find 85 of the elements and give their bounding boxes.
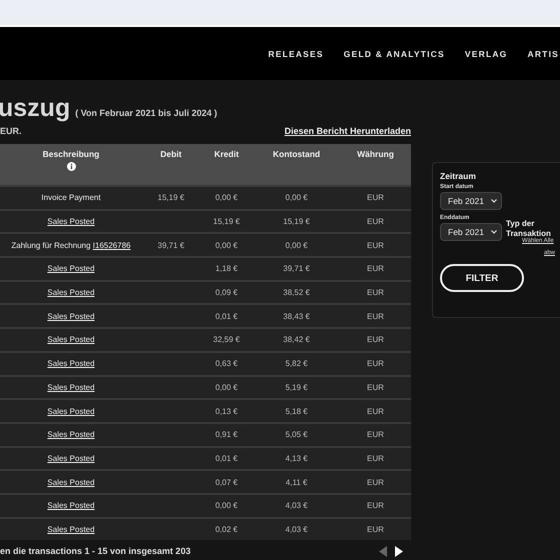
table-cell[interactable]: Sales Posted (0, 376, 142, 400)
table-cell: EUR (340, 446, 411, 470)
download-link[interactable]: Diesen Bericht Herunterladen (284, 126, 411, 136)
table-cell: 39,71 € (253, 257, 340, 281)
table-cell: EUR (340, 376, 411, 400)
table-cell: 0,00 € (200, 494, 253, 518)
table-cell: 38,42 € (253, 328, 340, 352)
table-cell: 0,91 € (200, 422, 253, 447)
type-label: Typ der Transaktion (506, 219, 551, 238)
table-cell: 5,19 € (253, 376, 340, 400)
table-cell: 0,09 € (200, 280, 253, 304)
table-cell: 0,00 € (200, 376, 253, 400)
table-cell: EUR (340, 352, 411, 376)
pagination-summary: en die transactions 1 - 15 von insgesamt 203 (0, 546, 191, 556)
table-cell: EUR (340, 399, 411, 423)
table-cell[interactable]: Sales Posted (0, 446, 142, 470)
table-cell: 38,43 € (253, 304, 340, 328)
nav-link[interactable]: GELD & ANALYTICS (344, 48, 445, 58)
table-cell: EUR (340, 210, 411, 234)
filter-title: Zeitraum (440, 171, 477, 181)
table-cell[interactable]: Sales Posted (0, 518, 142, 540)
table-cell[interactable]: Sales Posted (0, 328, 142, 352)
table-cell[interactable]: Sales Posted (0, 304, 142, 328)
table-cell: 38,52 € (253, 280, 340, 304)
table-cell: 0,63 € (200, 352, 253, 376)
table-cell: 5,05 € (253, 422, 340, 447)
table-cell: 4,11 € (253, 470, 340, 494)
column-header: Beschreibung (0, 144, 142, 186)
chevron-icon (491, 230, 497, 234)
table-cell[interactable]: Sales Posted (0, 257, 142, 281)
nav-link[interactable]: ARTIS (528, 48, 559, 58)
table-cell: 1,18 € (200, 257, 253, 281)
table-cell[interactable]: Sales Posted (0, 470, 142, 494)
table-cell: EUR (340, 494, 411, 518)
period-text: ( Von Februar 2021 bis Juli 2024 ) (75, 108, 218, 118)
column-header: Debit (142, 144, 200, 186)
table-cell: 15,19 € (200, 210, 253, 234)
column-header: Kredit (200, 144, 253, 186)
table-cell: 0,00 € (253, 233, 340, 258)
table-cell[interactable]: Sales Posted (0, 494, 142, 518)
table-cell[interactable]: Sales Posted (0, 422, 142, 447)
table-cell: 4,13 € (253, 446, 340, 470)
filter-button[interactable]: FILTER (440, 264, 524, 292)
table-cell: 0,01 € (200, 446, 253, 470)
next-page-icon[interactable] (395, 546, 403, 557)
currency-note: EUR. (0, 126, 22, 136)
table-cell: EUR (340, 328, 411, 352)
table-cell: 32,59 € (200, 328, 253, 352)
table-cell: EUR (340, 280, 411, 304)
table-cell: 5,18 € (253, 399, 340, 423)
table-cell: 5,82 € (253, 352, 340, 376)
nav-link[interactable]: VERLAG (464, 48, 508, 58)
chevron-icon (491, 199, 497, 203)
table-cell: Invoice Payment (0, 186, 142, 210)
table-cell[interactable]: Sales Posted (0, 280, 142, 304)
table-cell: EUR (340, 470, 411, 494)
table-cell[interactable]: Sales Posted (0, 352, 142, 376)
table-cell: 39,71 € (142, 233, 200, 258)
table-cell: 0,01 € (200, 304, 253, 328)
table-cell[interactable]: Sales Posted (0, 399, 142, 423)
nav-link[interactable]: RELEASES (268, 48, 324, 58)
table-cell: 0,07 € (200, 470, 253, 494)
table-cell: EUR (340, 186, 411, 210)
table-cell: EUR (340, 422, 411, 447)
table-cell: 4,03 € (253, 494, 340, 518)
table-cell: 0,13 € (200, 399, 253, 423)
start-date-select[interactable]: Feb 2021 (440, 192, 502, 210)
table-cell: EUR (340, 518, 411, 540)
table-cell: 0,00 € (200, 186, 253, 210)
table-cell: EUR (340, 304, 411, 328)
table-cell: 15,19 € (142, 186, 200, 210)
invoice-link[interactable]: I16526786 (92, 240, 131, 250)
table-cell[interactable]: Sales Posted (0, 210, 142, 234)
table-cell: Zahlung für Rechnung I16526786 (0, 233, 142, 258)
table-cell: EUR (340, 257, 411, 281)
table-cell: 0,00 € (253, 186, 340, 210)
table-cell: 0,02 € (200, 518, 253, 540)
table-cell: 4,03 € (253, 518, 340, 540)
table-cell: EUR (340, 233, 411, 258)
info-icon[interactable] (66, 162, 76, 171)
end-date-select[interactable]: Feb 2021 (440, 223, 502, 241)
table-cell: 0,00 € (200, 233, 253, 258)
column-header: Kontostand (253, 144, 340, 186)
table-cell: 15,19 € (253, 210, 340, 234)
column-header: Währung (340, 144, 411, 186)
